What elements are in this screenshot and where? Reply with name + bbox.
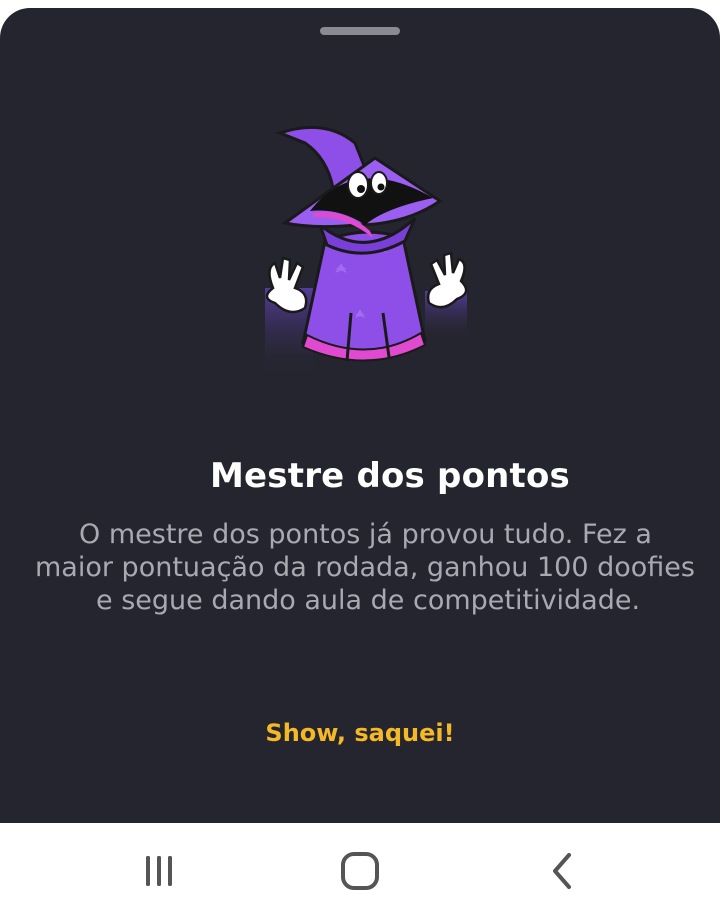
drag-handle[interactable] <box>320 27 400 35</box>
recent-apps-icon <box>146 856 172 886</box>
recent-apps-button[interactable] <box>129 847 189 895</box>
system-navigation-bar <box>0 823 720 919</box>
dialog-description: O mestre dos pontos já provou tudo. Fez … <box>35 518 720 617</box>
description-line: O mestre dos pontos já provou tudo. Fez … <box>79 519 652 550</box>
back-icon <box>553 853 571 889</box>
dialog-title: Mestre dos pontos <box>210 456 570 496</box>
bottom-sheet-dialog: Mestre dos pontos O mestre dos pontos já… <box>0 8 720 823</box>
back-button[interactable] <box>532 847 592 895</box>
description-line: e segue dando aula de competitividade. <box>96 585 641 616</box>
wizard-illustration <box>265 125 468 375</box>
description-line: maior pontuação da rodada, ganhou 100 do… <box>35 552 695 583</box>
confirm-button[interactable]: Show, saquei! <box>0 719 720 747</box>
home-icon <box>341 852 379 890</box>
home-button[interactable] <box>330 847 390 895</box>
